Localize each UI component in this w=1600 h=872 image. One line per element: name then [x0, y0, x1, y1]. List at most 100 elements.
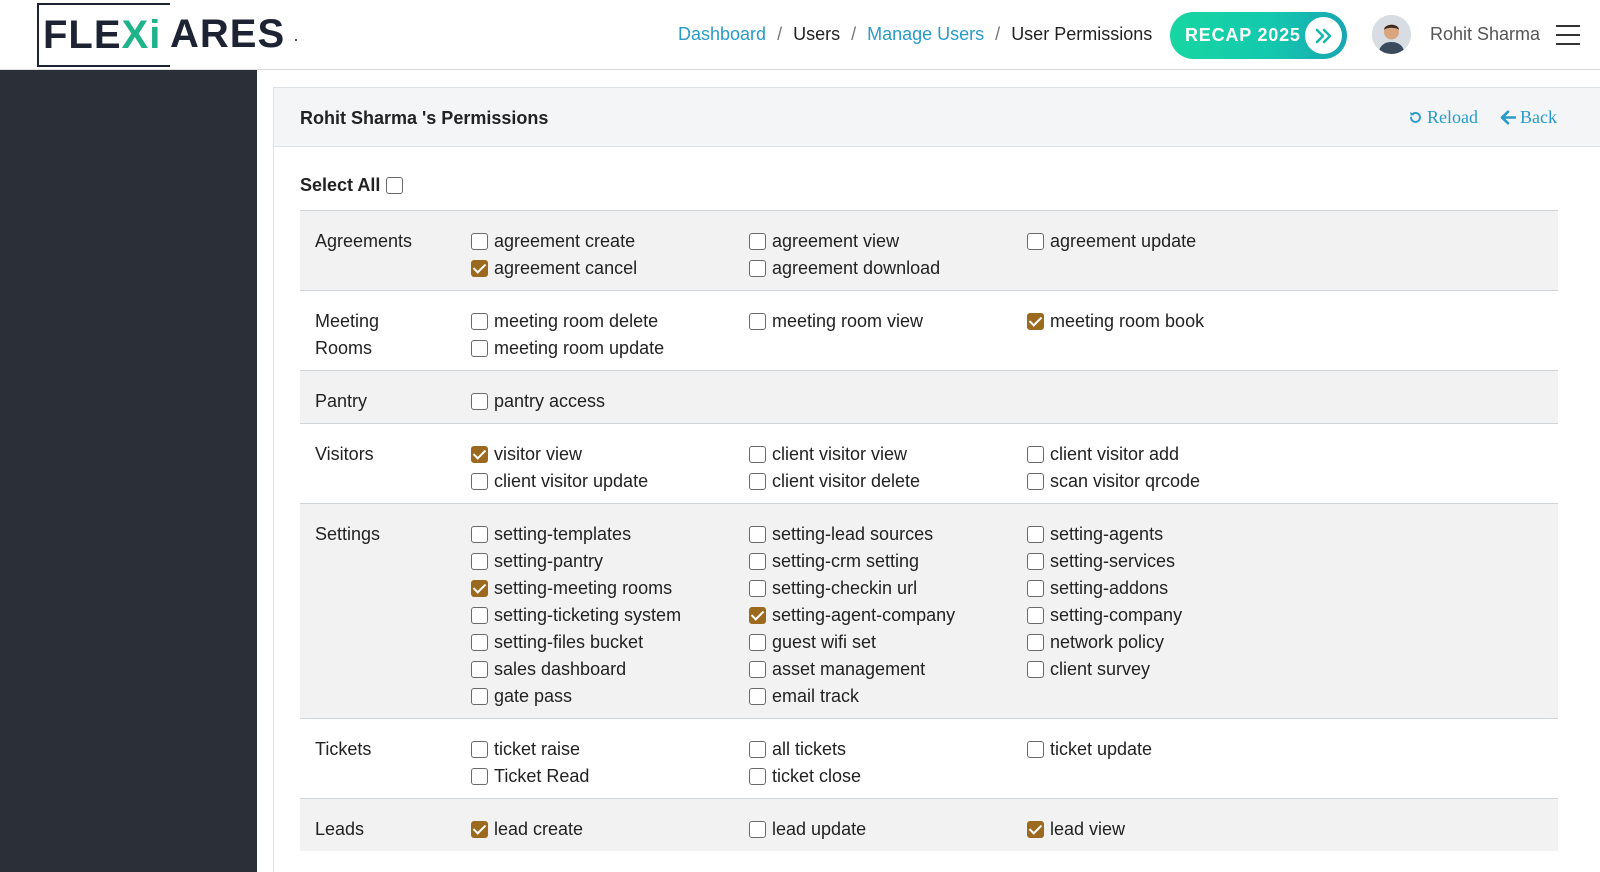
permission-checkbox[interactable] — [471, 607, 488, 624]
permission-item[interactable]: ticket close — [749, 763, 1027, 790]
permission-checkbox[interactable] — [471, 821, 488, 838]
permission-checkbox[interactable] — [749, 661, 766, 678]
permission-checkbox[interactable] — [1027, 661, 1044, 678]
permission-item[interactable]: setting-files bucket — [471, 629, 749, 656]
permission-checkbox[interactable] — [1027, 473, 1044, 490]
permission-item[interactable]: ticket raise — [471, 736, 749, 763]
permission-checkbox[interactable] — [471, 661, 488, 678]
permission-checkbox[interactable] — [471, 446, 488, 463]
permission-item[interactable]: asset management — [749, 656, 1027, 683]
permission-item[interactable]: client visitor delete — [749, 468, 1027, 495]
permission-checkbox[interactable] — [471, 526, 488, 543]
permission-checkbox[interactable] — [749, 260, 766, 277]
user-name[interactable]: Rohit Sharma — [1430, 24, 1540, 45]
permission-item[interactable]: client visitor add — [1027, 441, 1305, 468]
permission-checkbox[interactable] — [749, 688, 766, 705]
permission-checkbox[interactable] — [749, 446, 766, 463]
permission-item[interactable]: client visitor update — [471, 468, 749, 495]
permission-item[interactable]: setting-templates — [471, 521, 749, 548]
reload-button[interactable]: Reload — [1408, 107, 1478, 128]
permission-item[interactable]: meeting room delete — [471, 308, 749, 335]
permission-item[interactable]: agreement update — [1027, 228, 1305, 255]
permission-checkbox[interactable] — [471, 393, 488, 410]
permission-item[interactable]: visitor view — [471, 441, 749, 468]
select-all[interactable]: Select All — [300, 175, 409, 196]
permission-checkbox[interactable] — [1027, 553, 1044, 570]
permission-item[interactable]: pantry access — [471, 388, 749, 415]
permission-item[interactable]: network policy — [1027, 629, 1305, 656]
recap-2025-button[interactable]: RECAP 2025 — [1170, 12, 1347, 59]
permission-item[interactable]: client survey — [1027, 656, 1305, 683]
permission-checkbox[interactable] — [1027, 233, 1044, 250]
permission-checkbox[interactable] — [471, 741, 488, 758]
permission-item[interactable]: setting-checkin url — [749, 575, 1027, 602]
permission-checkbox[interactable] — [749, 553, 766, 570]
permission-checkbox[interactable] — [749, 607, 766, 624]
permission-item[interactable]: guest wifi set — [749, 629, 1027, 656]
permission-checkbox[interactable] — [1027, 580, 1044, 597]
permission-checkbox[interactable] — [749, 526, 766, 543]
permission-checkbox[interactable] — [471, 313, 488, 330]
permission-item[interactable]: agreement download — [749, 255, 1027, 282]
permission-item[interactable]: lead update — [749, 816, 1027, 843]
permission-checkbox[interactable] — [749, 821, 766, 838]
permission-item[interactable]: Ticket Read — [471, 763, 749, 790]
breadcrumb-manage-users[interactable]: Manage Users — [867, 24, 984, 45]
permission-checkbox[interactable] — [749, 580, 766, 597]
permission-item[interactable]: setting-addons — [1027, 575, 1305, 602]
user-avatar[interactable] — [1372, 15, 1411, 54]
permission-checkbox[interactable] — [471, 688, 488, 705]
permission-checkbox[interactable] — [1027, 821, 1044, 838]
back-button[interactable]: Back — [1500, 107, 1557, 128]
permission-checkbox[interactable] — [471, 260, 488, 277]
permission-item[interactable]: email track — [749, 683, 1027, 710]
permission-item[interactable]: setting-services — [1027, 548, 1305, 575]
permission-checkbox[interactable] — [471, 553, 488, 570]
permission-checkbox[interactable] — [749, 233, 766, 250]
permission-checkbox[interactable] — [1027, 526, 1044, 543]
permission-item[interactable]: meeting room view — [749, 308, 1027, 335]
permission-checkbox[interactable] — [749, 768, 766, 785]
permission-checkbox[interactable] — [1027, 313, 1044, 330]
permission-checkbox[interactable] — [749, 473, 766, 490]
permission-checkbox[interactable] — [471, 768, 488, 785]
permission-item[interactable]: client visitor view — [749, 441, 1027, 468]
permission-item[interactable]: ticket update — [1027, 736, 1305, 763]
permission-item[interactable]: agreement view — [749, 228, 1027, 255]
permission-item[interactable]: meeting room book — [1027, 308, 1305, 335]
permission-checkbox[interactable] — [471, 473, 488, 490]
permission-checkbox[interactable] — [471, 580, 488, 597]
permission-item[interactable]: setting-pantry — [471, 548, 749, 575]
permission-item[interactable]: sales dashboard — [471, 656, 749, 683]
select-all-checkbox[interactable] — [386, 177, 404, 194]
permission-item[interactable]: meeting room update — [471, 335, 749, 362]
select-all-label: Select All — [300, 175, 381, 195]
permission-item[interactable]: lead create — [471, 816, 749, 843]
permission-checkbox[interactable] — [1027, 634, 1044, 651]
permission-item[interactable]: setting-lead sources — [749, 521, 1027, 548]
permission-checkbox[interactable] — [1027, 446, 1044, 463]
permission-item[interactable]: lead view — [1027, 816, 1305, 843]
permission-checkbox[interactable] — [1027, 741, 1044, 758]
permission-item[interactable]: gate pass — [471, 683, 749, 710]
permission-item[interactable]: setting-crm setting — [749, 548, 1027, 575]
permission-checkbox[interactable] — [471, 233, 488, 250]
breadcrumb-dashboard[interactable]: Dashboard — [678, 24, 766, 45]
permission-checkbox[interactable] — [471, 634, 488, 651]
permission-checkbox[interactable] — [749, 313, 766, 330]
permission-item[interactable]: agreement create — [471, 228, 749, 255]
permission-item[interactable]: agreement cancel — [471, 255, 749, 282]
permission-item[interactable]: setting-ticketing system — [471, 602, 749, 629]
hamburger-menu-icon[interactable] — [1556, 25, 1580, 45]
flexiares-logo[interactable]: FLEXi ARES — [37, 3, 297, 67]
permission-checkbox[interactable] — [1027, 607, 1044, 624]
permission-item[interactable]: setting-meeting rooms — [471, 575, 749, 602]
permission-item[interactable]: scan visitor qrcode — [1027, 468, 1305, 495]
permission-item[interactable]: all tickets — [749, 736, 1027, 763]
permission-checkbox[interactable] — [471, 340, 488, 357]
permission-item[interactable]: setting-agent-company — [749, 602, 1027, 629]
permission-checkbox[interactable] — [749, 634, 766, 651]
permission-checkbox[interactable] — [749, 741, 766, 758]
permission-item[interactable]: setting-company — [1027, 602, 1305, 629]
permission-item[interactable]: setting-agents — [1027, 521, 1305, 548]
